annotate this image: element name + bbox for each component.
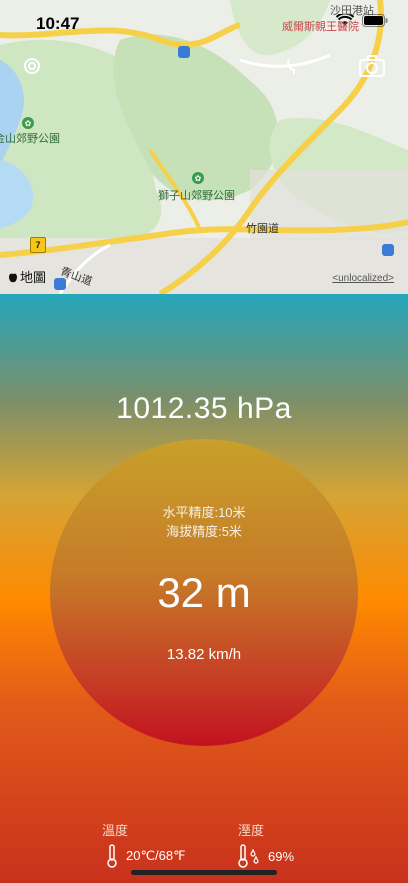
temperature-label: 溫度 [102,823,129,838]
temperature-text: 20℃/68℉ [126,848,186,863]
humidity-value: 69% [238,844,294,868]
camera-button[interactable] [358,52,386,80]
share-icon [287,58,295,74]
maps-logo: 地圖 [8,267,46,286]
map-background [0,0,408,294]
camera-icon [359,55,385,77]
horizontal-accuracy: 水平精度:10米 [162,505,246,520]
status-time: 10:47 [36,14,80,33]
settings-button[interactable] [18,52,46,80]
home-indicator[interactable] [131,870,277,875]
map-label-park-center: 獅子山郊野公園 [158,190,235,202]
apple-logo-icon [9,273,17,282]
route-shield: 7 [30,237,46,253]
altitude-readout: 32 m [157,569,251,616]
legal-link[interactable]: <unlocalized> [332,273,394,284]
share-button[interactable] [280,52,308,80]
transit-icon [382,244,394,256]
map-label-top: 沙田港站 [330,5,374,17]
maps-logo-text: 地圖 [20,270,47,285]
humidity-text: 69% [268,848,295,864]
park-pin-icon: ✿ [22,117,34,129]
temperature-value: 20℃/68℉ [106,844,186,868]
humidity-icon [238,844,259,868]
altitude-accuracy: 海拔精度:5米 [166,524,242,539]
park-pin-icon: ✿ [192,172,204,184]
transit-icon [54,278,66,290]
map-label-park-left: 金山郊野公園 [0,133,60,145]
gear-icon [24,58,40,74]
map-label-hospital: 威爾斯親王醫院 [282,21,359,33]
thermometer-icon [107,844,117,868]
map-view[interactable]: 10:47 威爾斯親王醫院 沙田港站 ✿ 金山郊野公園 ✿ 獅子山郊野公園 竹園… [0,0,408,294]
map-label-road-1: 竹園道 [246,223,279,235]
pressure-readout: 1012.35 hPa [116,392,292,425]
transit-icon [178,46,190,58]
humidity-label: 溼度 [238,823,265,838]
readings-panel: 1012.35 hPa 水平精度:10米 海拔精度:5米 32 m 13.82 … [0,294,408,883]
speed-readout: 13.82 km/h [166,646,242,663]
